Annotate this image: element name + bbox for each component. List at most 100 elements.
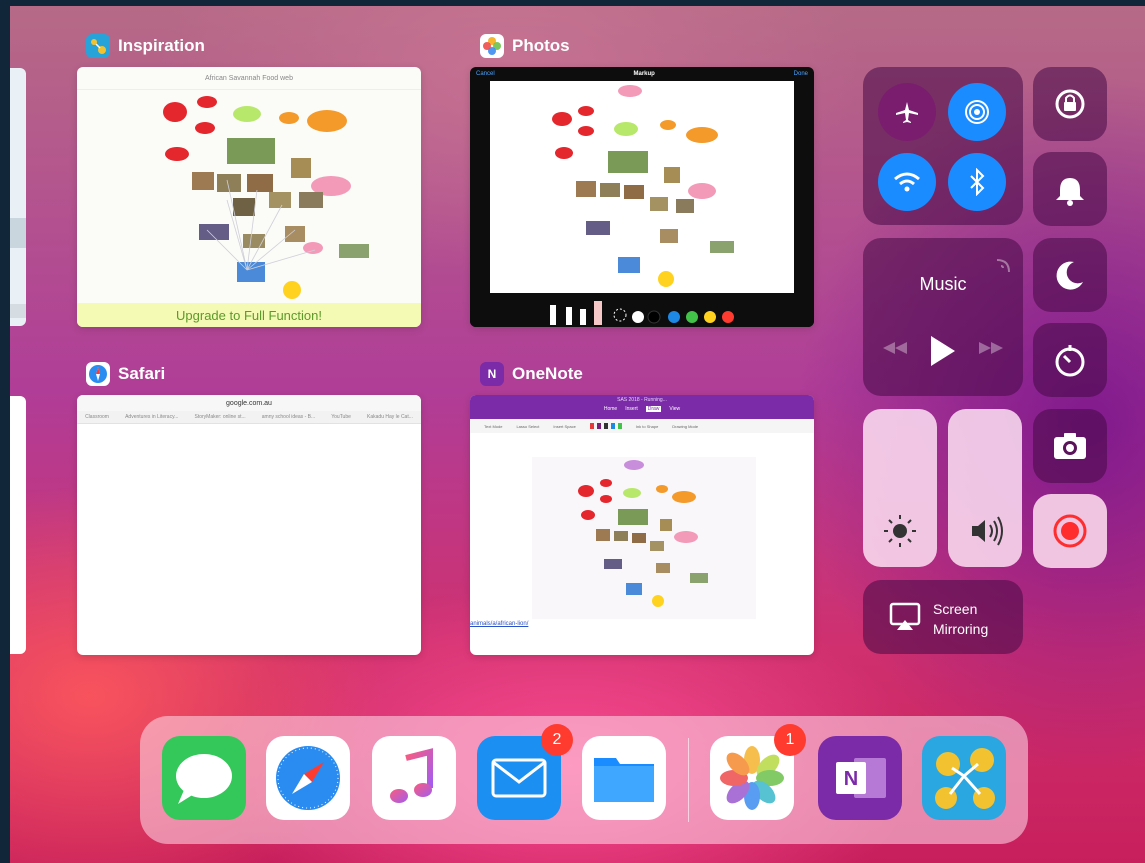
inspiration-card[interactable]: African Savannah Food web Upgrade to Ful… xyxy=(77,67,421,327)
bookmark-item[interactable]: Kakadu Hay le Cat... xyxy=(367,414,413,420)
dock-files[interactable] xyxy=(582,736,666,820)
record-icon xyxy=(1053,514,1087,548)
left-card-peek-bottom[interactable] xyxy=(10,396,26,654)
bookmark-item[interactable]: YouTube xyxy=(331,414,351,420)
onenote-notebook-title: SAS 2018 - Running... xyxy=(617,397,667,403)
camera-icon xyxy=(1054,433,1086,459)
pencil-tool xyxy=(580,309,586,325)
safari-app-icon xyxy=(86,362,110,386)
bluetooth-toggle[interactable] xyxy=(948,153,1006,211)
markup-cancel[interactable]: Cancel xyxy=(476,71,495,77)
camera-button[interactable] xyxy=(1033,409,1107,483)
connectivity-module xyxy=(863,67,1023,225)
music-icon xyxy=(390,748,433,803)
do-not-disturb-button[interactable] xyxy=(1033,238,1107,312)
next-track-icon[interactable] xyxy=(979,342,1003,354)
onenote-tab-insert[interactable]: Insert xyxy=(625,406,638,412)
onenote-tab-home[interactable]: Home xyxy=(604,406,617,412)
markup-toolbar xyxy=(470,293,814,327)
marker-tool xyxy=(566,307,572,325)
onenote-tool[interactable]: Drawing Mode xyxy=(672,424,698,429)
airdrop-toggle[interactable] xyxy=(948,83,1006,141)
timer-icon xyxy=(1055,345,1085,377)
dock-music[interactable] xyxy=(372,736,456,820)
volume-slider[interactable] xyxy=(948,409,1022,567)
safari-card[interactable]: google.com.au Classroom Adventures in Li… xyxy=(77,395,421,655)
files-icon xyxy=(594,758,654,802)
inspiration-card-title: Inspiration xyxy=(86,34,205,58)
onenote-tab-draw[interactable]: Draw xyxy=(645,406,662,412)
speaker-icon xyxy=(972,516,1003,546)
upgrade-banner[interactable]: Upgrade to Full Function! xyxy=(176,308,322,323)
safari-url[interactable]: google.com.au xyxy=(226,400,272,407)
markup-title: Markup xyxy=(633,71,655,77)
airdrop-icon xyxy=(965,100,989,124)
mail-badge: 2 xyxy=(541,724,573,756)
onenote-page-image xyxy=(532,457,756,619)
left-card-peek-top[interactable] xyxy=(10,68,26,326)
onenote-card[interactable]: SAS 2018 - Running... Home Insert Draw V… xyxy=(470,395,814,655)
onenote-app-icon: N xyxy=(480,362,504,386)
dock-onenote[interactable]: N xyxy=(818,736,902,820)
rotation-lock-icon xyxy=(1055,89,1085,119)
music-module[interactable]: Music xyxy=(863,238,1023,396)
markup-done[interactable]: Done xyxy=(794,71,808,77)
wifi-toggle[interactable] xyxy=(878,153,936,211)
dock-messages[interactable] xyxy=(162,736,246,820)
airplane-icon xyxy=(896,102,918,123)
dock-safari[interactable] xyxy=(266,736,350,820)
onenote-label: OneNote xyxy=(512,364,583,383)
rotation-lock-button[interactable] xyxy=(1033,67,1107,141)
onenote-tool[interactable]: Insert Space xyxy=(553,424,575,429)
airplane-mode-toggle[interactable] xyxy=(878,83,936,141)
inspiration-app-icon xyxy=(86,34,110,58)
svg-text:N: N xyxy=(844,768,858,790)
screen-mirroring-button[interactable]: Screen Mirroring xyxy=(863,580,1023,654)
onenote-card-title: N OneNote xyxy=(480,362,583,386)
inspiration-web-diagram xyxy=(163,96,369,299)
brightness-slider[interactable] xyxy=(863,409,937,567)
dock-photos[interactable]: 1 xyxy=(710,724,806,820)
bookmark-item[interactable]: StoryMaker: online st... xyxy=(195,414,246,420)
bell-icon xyxy=(1056,178,1084,206)
dock-inspiration[interactable] xyxy=(922,736,1006,820)
screen-mirroring-label: Screen xyxy=(933,601,978,617)
onenote-tool[interactable]: Text Mode xyxy=(484,424,502,429)
wifi-icon xyxy=(894,172,920,192)
play-icon[interactable] xyxy=(931,336,955,366)
inspiration-doc-title: African Savannah Food web xyxy=(205,74,293,82)
bookmark-item[interactable]: amny school ideas - B... xyxy=(262,414,315,420)
brightness-icon xyxy=(884,515,916,547)
onenote-tool[interactable]: Ink to Shape xyxy=(636,424,658,429)
dock-mail[interactable]: 2 xyxy=(477,724,573,820)
photos-card[interactable]: Cancel Markup Done xyxy=(470,67,814,327)
moon-icon xyxy=(1056,261,1083,290)
airplay-audio-icon[interactable] xyxy=(996,259,1010,273)
bluetooth-icon xyxy=(970,168,985,196)
onenote-tool[interactable]: Lasso Select xyxy=(516,424,539,429)
bookmark-item[interactable]: Classroom xyxy=(85,414,109,420)
timer-button[interactable] xyxy=(1033,323,1107,397)
safari-icon xyxy=(276,746,340,810)
eraser-tool xyxy=(594,301,602,325)
bookmark-item[interactable]: Adventures in Literacy... xyxy=(125,414,178,420)
screen-mirroring-label: Mirroring xyxy=(933,621,989,637)
photos-card-title: Photos xyxy=(480,34,570,58)
silent-mode-button[interactable] xyxy=(1033,152,1107,226)
inspiration-icon xyxy=(935,748,995,809)
photos-badge: 1 xyxy=(774,724,806,756)
safari-label: Safari xyxy=(118,364,166,383)
previous-track-icon[interactable] xyxy=(883,342,907,354)
onenote-icon: N xyxy=(836,758,886,798)
messages-icon xyxy=(176,754,232,804)
onenote-link[interactable]: animals/a/african-lion/ xyxy=(470,621,528,627)
markup-canvas xyxy=(490,81,794,293)
safari-card-title: Safari xyxy=(86,362,165,386)
photos-app-icon xyxy=(480,34,504,58)
onenote-tab-view[interactable]: View xyxy=(669,406,680,412)
screen-mirroring-icon xyxy=(889,602,921,630)
screen-recording-button[interactable] xyxy=(1033,494,1107,568)
lasso-tool xyxy=(613,308,627,322)
inspiration-label: Inspiration xyxy=(118,36,205,55)
photos-label: Photos xyxy=(512,36,570,55)
